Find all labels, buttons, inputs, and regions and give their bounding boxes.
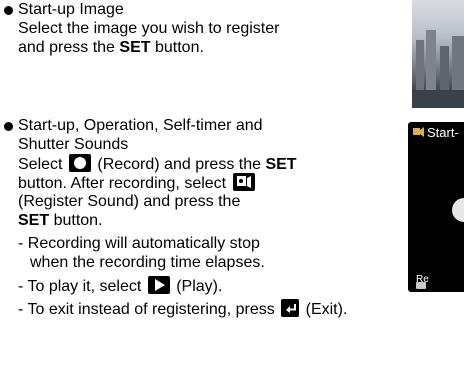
record-circle-icon	[452, 198, 464, 222]
detail-2: - To play it, select (Play).	[18, 276, 222, 296]
l1-mid: (Record) and press the	[92, 156, 266, 173]
sounds-heading-2: Shutter Sounds	[18, 136, 129, 153]
l1-pre: Select	[18, 156, 67, 173]
start-up-image-preview	[412, 0, 464, 108]
detail-3: - To exit instead of registering, press …	[18, 299, 347, 319]
start-up-image-line-1: Select the image you wish to register	[18, 20, 280, 37]
sounds-line-1: Select (Record) and press the SET	[18, 154, 297, 174]
d3-suffix: (Exit).	[301, 301, 348, 318]
exit-return-icon	[281, 299, 300, 317]
start-up-image-heading: Start-up Image	[18, 1, 124, 18]
set-button-label: SET	[18, 212, 50, 229]
detail-1a: - Recording will automatically stop	[18, 235, 260, 252]
sounds-line-2: button. After recording, select	[18, 173, 257, 193]
sounds-line-3: (Register Sound) and press the	[18, 193, 241, 210]
bullet-dot	[4, 122, 13, 131]
d3-pre: - To exit instead of registering, press	[18, 301, 280, 318]
sounds-line-4: SET button.	[18, 211, 103, 230]
screen-title: Start-	[427, 125, 459, 140]
bullet-dot	[4, 6, 13, 15]
set-button-label: SET	[119, 39, 151, 56]
register-sound-icon	[232, 173, 255, 191]
l4-suffix: button.	[49, 212, 103, 229]
line2-prefix: and press the	[18, 39, 120, 56]
line2-suffix: button.	[150, 39, 204, 56]
exit-return-icon	[416, 282, 426, 289]
record-circle-icon	[68, 154, 91, 172]
play-triangle-icon	[147, 276, 170, 294]
start-up-image-line-2: and press the SET button.	[18, 38, 204, 57]
d2-suffix: (Play).	[171, 278, 223, 295]
l2-pre: button. After recording, select	[18, 175, 231, 192]
sound-screen-preview: Start- Re	[408, 122, 464, 292]
sound-mode-icon	[413, 127, 424, 137]
sounds-heading-1: Start-up, Operation, Self-timer and	[18, 117, 263, 134]
detail-1b: when the recording time elapses.	[30, 254, 265, 271]
set-button-label: SET	[265, 156, 297, 173]
d2-pre: - To play it, select	[18, 278, 146, 295]
